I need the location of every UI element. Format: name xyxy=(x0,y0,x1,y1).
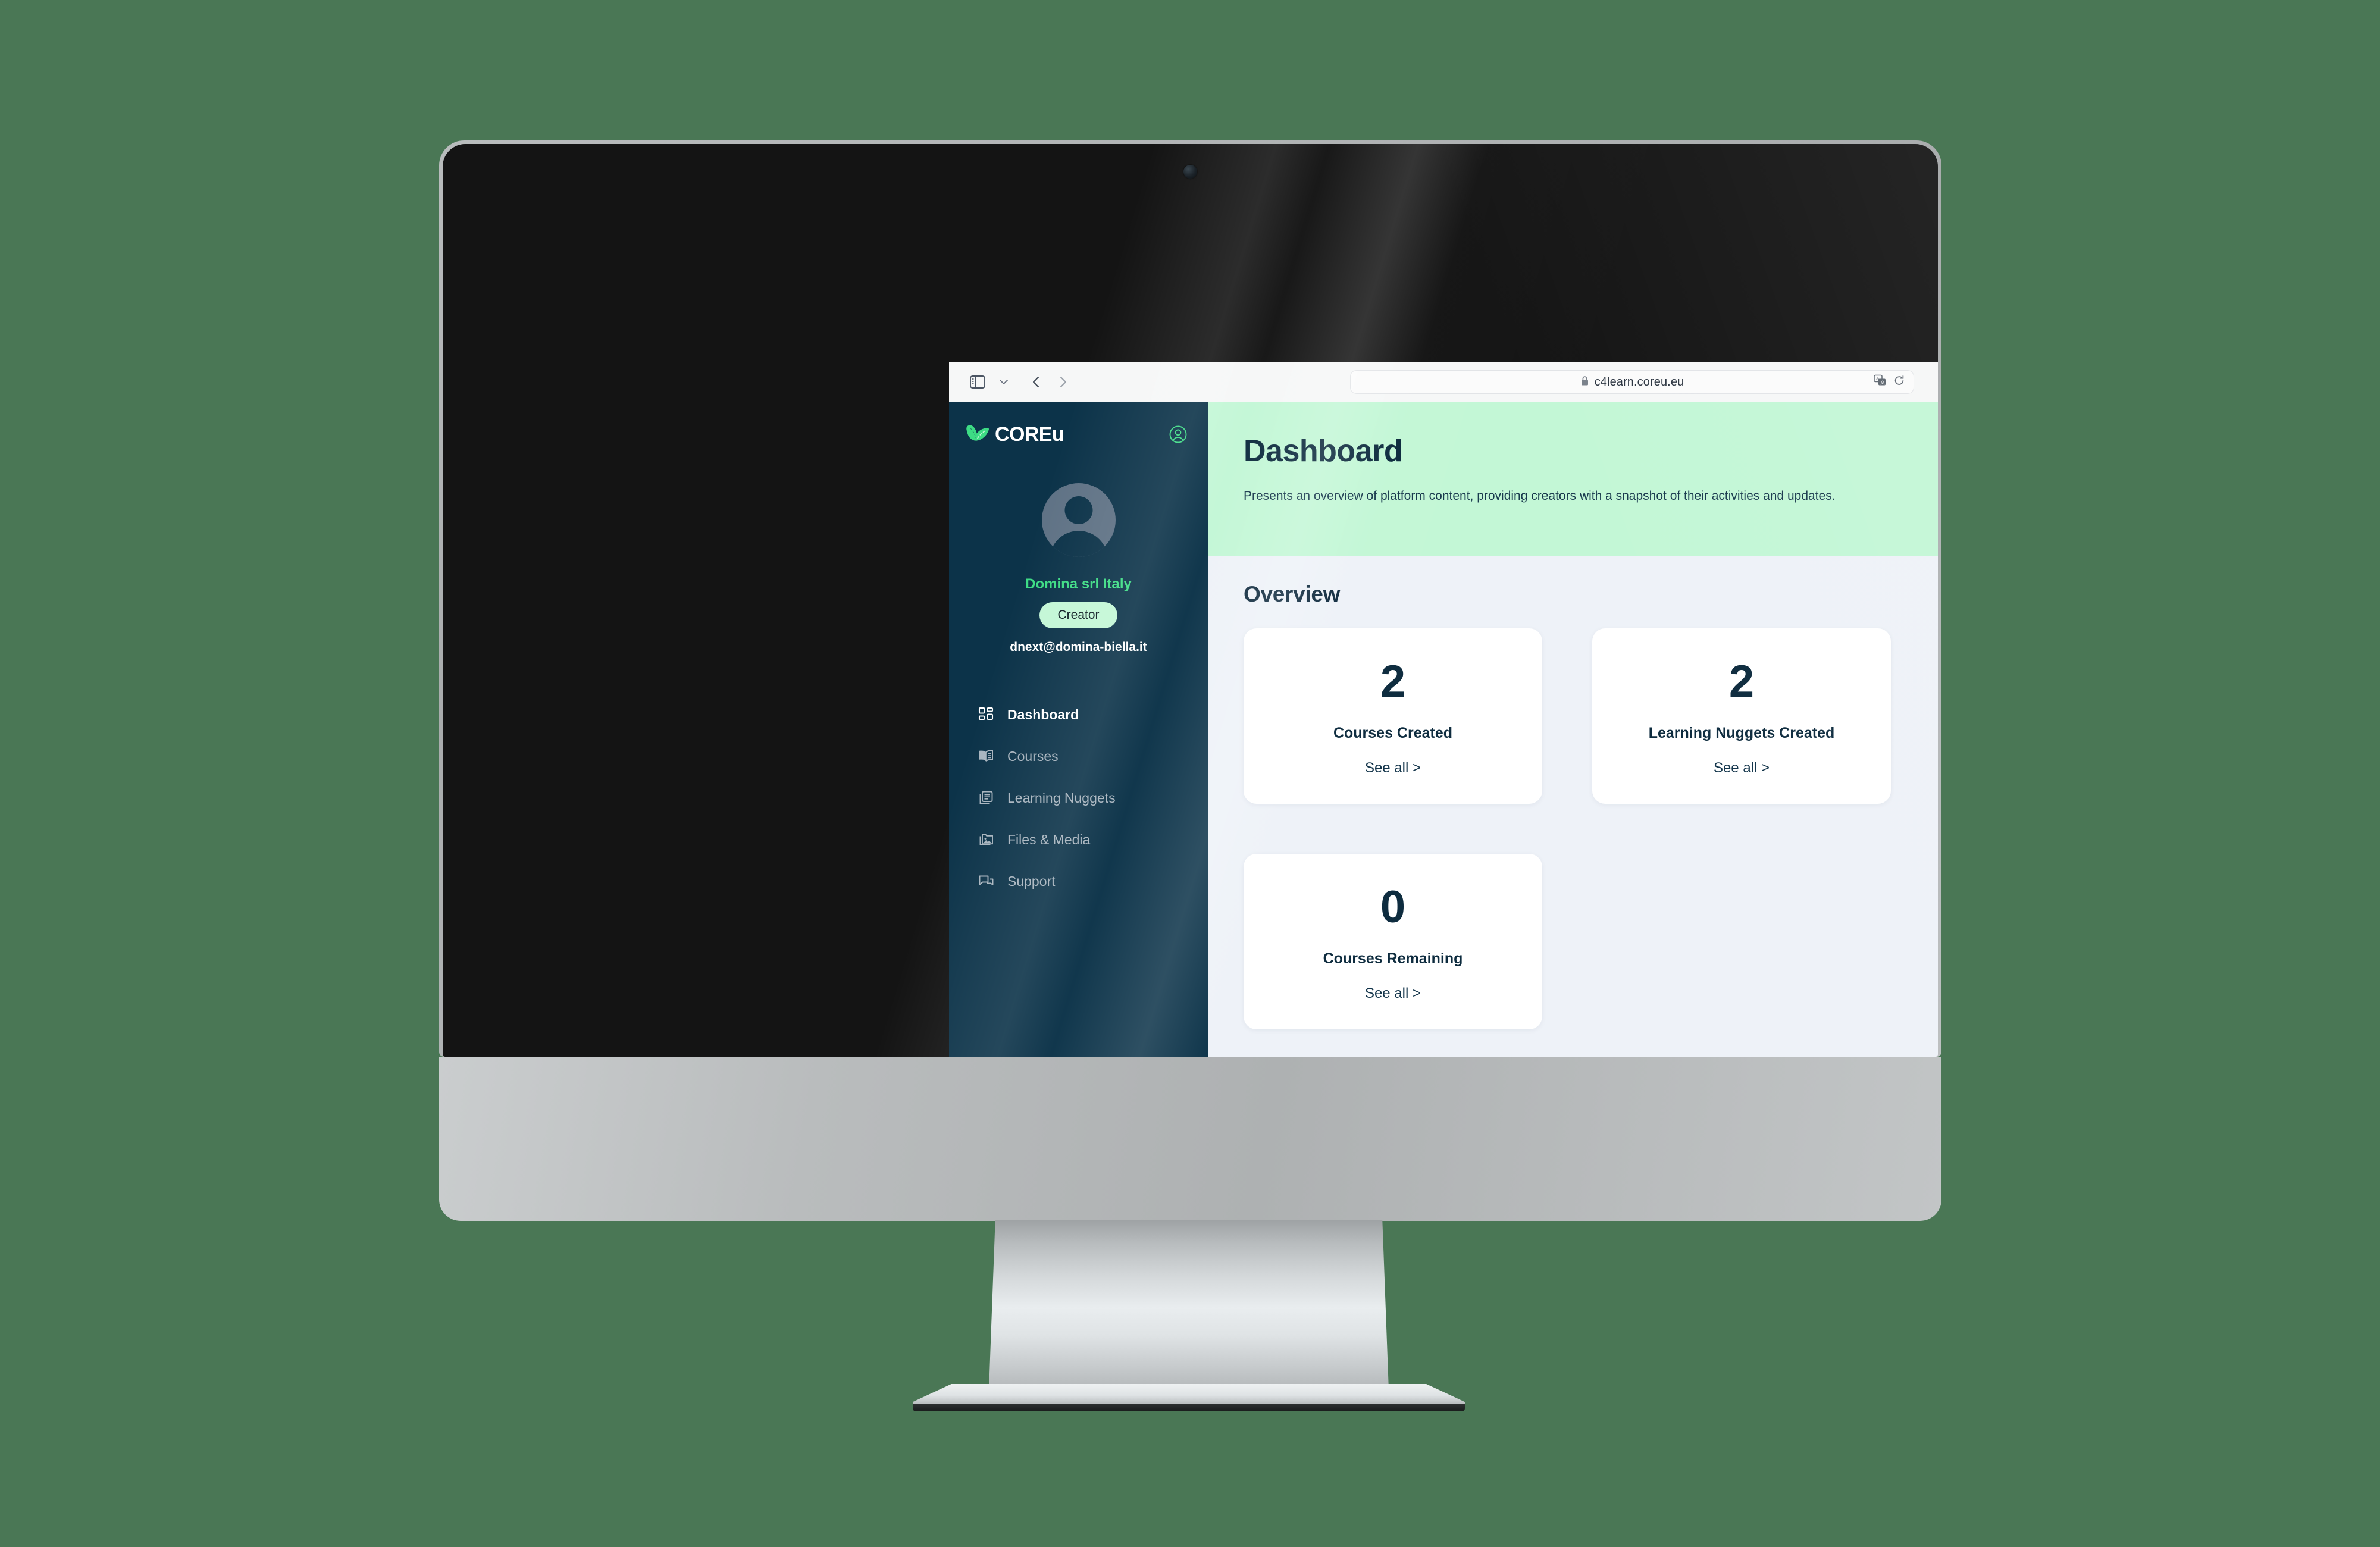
sidebar-item-label: Learning Nuggets xyxy=(1007,790,1116,806)
chat-bubbles-icon xyxy=(976,874,995,889)
article-stack-icon xyxy=(976,790,995,806)
brand-logo[interactable]: COREu xyxy=(966,423,1064,446)
monitor-chin xyxy=(439,1057,1941,1221)
stat-value: 2 xyxy=(1380,656,1406,707)
sidebar: COREu Domina srl Italy Creator dnext@dom… xyxy=(949,402,1208,1057)
browser-window: c4learn.coreu.eu A 文 COREu Domina srl It… xyxy=(949,362,1938,1057)
brand-name: COREu xyxy=(995,422,1064,446)
address-bar[interactable]: c4learn.coreu.eu A 文 xyxy=(1350,370,1914,394)
role-badge: Creator xyxy=(1039,602,1117,628)
grid-dashboard-icon xyxy=(976,707,995,722)
main-content: Dashboard Presents an overview of platfo… xyxy=(1208,402,1938,1057)
sidebar-item-label: Dashboard xyxy=(1007,706,1079,722)
sidebar-brand-row: COREu xyxy=(949,418,1208,451)
sidebar-nav: Dashboard Courses Learning Nuggets Files… xyxy=(949,694,1208,902)
overview-title: Overview xyxy=(1244,582,1341,606)
sidebar-item-learning-nuggets[interactable]: Learning Nuggets xyxy=(949,777,1208,819)
sidebar-item-label: Courses xyxy=(1007,748,1059,764)
stat-value: 0 xyxy=(1380,882,1406,932)
stat-label: Courses Remaining xyxy=(1323,950,1463,967)
sidebar-item-courses[interactable]: Courses xyxy=(949,735,1208,777)
overview-cards-grid: 2 Courses Created See all > 2 Learning N… xyxy=(1244,628,1938,1029)
monitor-stand-neck xyxy=(989,1220,1389,1390)
leaf-check-logo-icon xyxy=(966,424,989,445)
see-all-link[interactable]: See all > xyxy=(1365,760,1421,776)
lock-icon xyxy=(1580,375,1589,389)
avatar-person-icon xyxy=(1041,483,1116,557)
translate-icon[interactable]: A 文 xyxy=(1874,374,1887,390)
monitor-screen: c4learn.coreu.eu A 文 COREu Domina srl It… xyxy=(443,144,1938,1057)
reload-icon[interactable] xyxy=(1893,375,1905,390)
webcam-icon xyxy=(1183,165,1197,178)
sidebar-item-support[interactable]: Support xyxy=(949,860,1208,902)
sidebar-item-label: Files & Media xyxy=(1007,831,1091,847)
sidebar-item-dashboard[interactable]: Dashboard xyxy=(949,694,1208,735)
chevron-left-icon[interactable] xyxy=(1023,369,1050,395)
open-book-icon xyxy=(976,749,995,764)
folder-image-icon xyxy=(976,832,995,847)
chevron-right-icon[interactable] xyxy=(1050,369,1076,395)
stat-label: Courses Created xyxy=(1333,725,1453,741)
sidebar-item-label: Support xyxy=(1007,873,1056,889)
url-text: c4learn.coreu.eu xyxy=(1594,375,1684,389)
stat-card-courses-remaining[interactable]: 0 Courses Remaining See all > xyxy=(1244,854,1542,1029)
chevron-down-icon[interactable] xyxy=(991,369,1017,395)
svg-text:文: 文 xyxy=(1880,379,1885,385)
page-subtitle: Presents an overview of platform content… xyxy=(1244,489,1836,503)
monitor: c4learn.coreu.eu A 文 COREu Domina srl It… xyxy=(0,0,2380,1547)
overview-section: Overview 2 Courses Created See all > 2 L… xyxy=(1208,556,1938,1029)
stat-value: 2 xyxy=(1728,656,1755,707)
sidebar-toggle-icon[interactable] xyxy=(964,369,991,395)
stat-card-courses-created[interactable]: 2 Courses Created See all > xyxy=(1244,628,1542,804)
stat-label: Learning Nuggets Created xyxy=(1648,725,1835,741)
see-all-link[interactable]: See all > xyxy=(1365,985,1421,1002)
profile-email: dnext@domina-biella.it xyxy=(1010,640,1147,654)
see-all-link[interactable]: See all > xyxy=(1714,760,1770,776)
page-title: Dashboard xyxy=(1244,434,1403,468)
sidebar-item-files-media[interactable]: Files & Media xyxy=(949,819,1208,860)
profile-name: Domina srl Italy xyxy=(1025,576,1132,592)
app-root: COREu Domina srl Italy Creator dnext@dom… xyxy=(949,402,1938,1057)
monitor-stand-base-shadow xyxy=(913,1404,1465,1411)
browser-toolbar: c4learn.coreu.eu A 文 xyxy=(949,362,1938,402)
stat-card-learning-nuggets-created[interactable]: 2 Learning Nuggets Created See all > xyxy=(1592,628,1891,804)
page-header: Dashboard Presents an overview of platfo… xyxy=(1208,402,1938,556)
account-circle-icon[interactable] xyxy=(1169,425,1188,444)
user-profile: Domina srl Italy Creator dnext@domina-bi… xyxy=(949,483,1208,654)
